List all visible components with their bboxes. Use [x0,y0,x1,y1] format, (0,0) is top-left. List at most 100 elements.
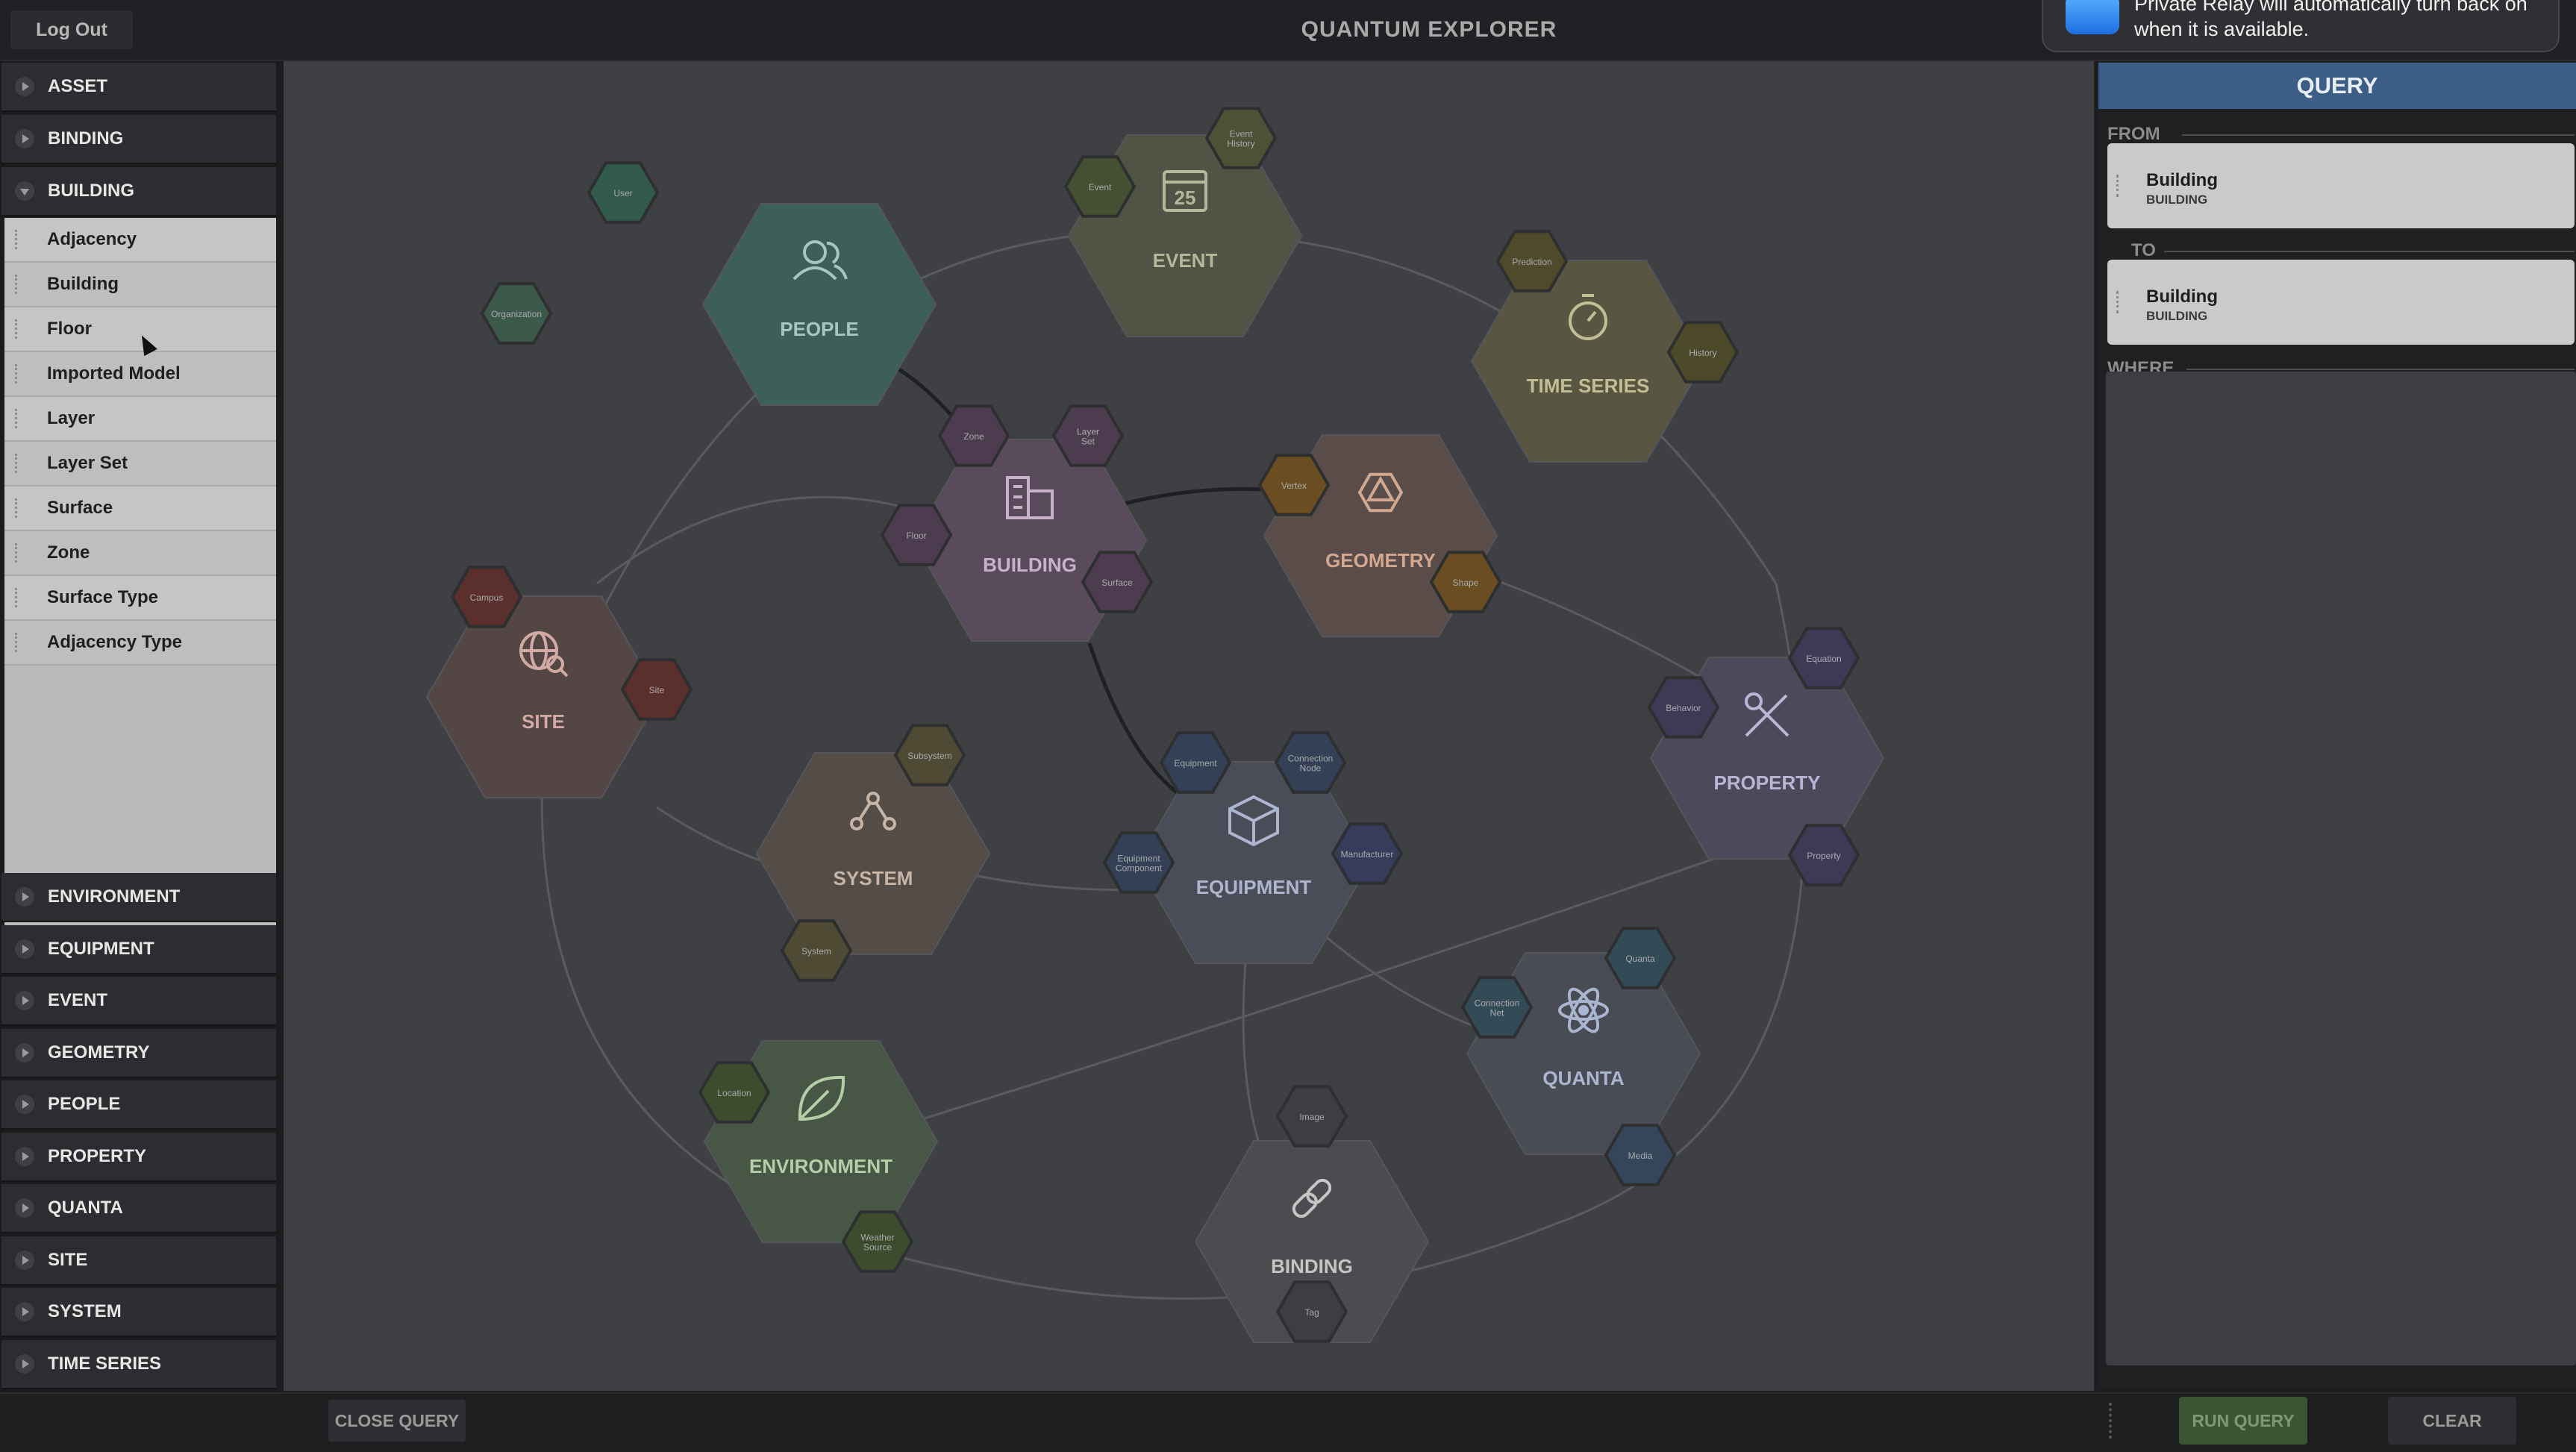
subtype-campus[interactable]: Campus [450,566,523,628]
node-property[interactable]: PROPERTY Equation Behavior Property [1647,627,1885,886]
drag-handle-icon[interactable] [15,364,22,384]
node-label: BINDING [1271,1255,1353,1277]
subtype-equipment-component[interactable]: EquipmentComponent [1102,831,1175,894]
drag-handle-icon[interactable] [2116,291,2123,313]
close-query-button[interactable]: CLOSE QUERY [328,1400,466,1442]
subtype-subsystem[interactable]: Subsystem [893,724,966,786]
node-site[interactable]: SITE Campus Site [425,566,693,799]
subtype-media[interactable]: Media [1604,1124,1677,1186]
run-query-button[interactable]: RUN QUERY [2179,1397,2307,1445]
category-binding[interactable]: BINDING [1,115,276,164]
node-equipment[interactable]: EQUIPMENT Equipment ConnectionNode Equipmen… [1102,731,1404,965]
drag-handle-icon[interactable] [15,454,22,473]
category-label: SYSTEM [48,1301,122,1321]
subtype-manufacturer[interactable]: Manufacturer [1331,822,1404,885]
subtype-quanta[interactable]: Quanta [1604,927,1677,989]
subtype-history[interactable]: History [1666,321,1739,384]
drag-handle-icon[interactable] [15,409,22,428]
subtype-site[interactable]: Site [620,658,693,721]
node-geometry[interactable]: GEOMETRY Vertex Shape [1257,434,1502,638]
list-item-adjacency[interactable]: Adjacency [4,218,276,263]
list-item-adjacency-type[interactable]: Adjacency Type [4,621,276,666]
subtype-shape[interactable]: Shape [1429,551,1502,613]
list-item-zone[interactable]: Zone [4,531,276,576]
system-notification[interactable]: Private Relay will automatically turn ba… [2042,0,2560,52]
node-system[interactable]: SYSTEM Subsystem System [755,724,991,982]
subtype-system[interactable]: System [780,919,853,982]
from-label: FROM [2107,124,2160,144]
list-item-layer[interactable]: Layer [4,397,276,442]
drag-handle-icon[interactable] [15,230,22,249]
node-environment[interactable]: ENVIRONMENT Location WeatherSource [698,1039,939,1273]
clear-button[interactable]: CLEAR [2388,1397,2516,1445]
graph-canvas[interactable]: PEOPLE User Organization 25 EVENT Event Histor… [284,61,2094,1391]
category-building[interactable]: BUILDING [1,167,276,216]
category-system[interactable]: SYSTEM [1,1288,276,1337]
subtype-equipment[interactable]: Equipment [1159,731,1232,794]
category-people[interactable]: PEOPLE [1,1080,276,1130]
list-item-surface[interactable]: Surface [4,486,276,531]
where-drop-zone[interactable] [2106,372,2576,1365]
subtype-label: Connection [1288,754,1334,764]
node-quanta[interactable]: QUANTA Quanta ConnectionNet Media [1460,927,1701,1186]
subtype-vertex[interactable]: Vertex [1257,454,1331,516]
list-item-surface-type[interactable]: Surface Type [4,576,276,621]
notification-app-icon [2066,0,2119,34]
subtype-user[interactable]: User [587,161,660,224]
subtype-behavior[interactable]: Behavior [1647,676,1720,739]
resize-handle-icon[interactable] [2109,1403,2122,1439]
node-binding[interactable]: BINDING Image Tag [1194,1085,1430,1344]
category-time-series[interactable]: TIME SERIES [1,1340,276,1389]
node-event[interactable]: 25EVENTEventHistoryEvent [1063,107,1303,338]
node-timeseries[interactable]: TIME SERIES Prediction History [1470,230,1739,463]
category-site[interactable]: SITE [1,1236,276,1286]
node-label: SYSTEM [834,867,913,889]
subtype-layer-set[interactable]: LayerSet [1051,404,1125,467]
category-event[interactable]: EVENT [1,977,276,1026]
subtype-tag[interactable]: Tag [1275,1280,1348,1343]
subtype-image[interactable]: Image [1275,1085,1348,1148]
logout-button[interactable]: Log Out [10,10,133,49]
list-item-building[interactable]: Building [4,263,276,307]
subtype-event-history[interactable]: EventHistory [1204,107,1278,169]
subtype-event[interactable]: Event [1063,155,1137,218]
subtype-location[interactable]: Location [698,1061,771,1124]
drag-handle-icon[interactable] [15,319,22,339]
category-property[interactable]: PROPERTY [1,1133,276,1182]
drag-handle-icon[interactable] [15,498,22,518]
drag-handle-icon[interactable] [15,543,22,563]
category-quanta[interactable]: QUANTA [1,1184,276,1233]
subtype-equation[interactable]: Equation [1787,627,1860,689]
list-item-label: Layer [47,408,96,428]
list-item-layer-set[interactable]: Layer Set [4,442,276,486]
subtype-organization[interactable]: Organization [480,282,553,345]
graph-nodes: PEOPLEUserOrganization25EVENTEventHistor… [425,107,1885,1344]
drag-handle-icon[interactable] [15,275,22,294]
subtype-label: History [1227,139,1254,149]
to-entity-card[interactable]: Building BUILDING [2107,260,2575,345]
subtype-floor[interactable]: Floor [880,504,953,566]
category-asset[interactable]: ASSET [1,63,276,112]
drag-handle-icon[interactable] [2116,175,2123,197]
subtype-label: Shape [1453,578,1479,588]
category-geometry[interactable]: GEOMETRY [1,1029,276,1078]
subtype-property[interactable]: Property [1787,824,1860,886]
subtype-surface[interactable]: Surface [1081,551,1154,613]
expand-triangle-icon [15,939,34,959]
category-label: QUANTA [48,1198,123,1218]
subtype-connection-node[interactable]: ConnectionNode [1274,731,1347,794]
category-environment[interactable]: ENVIRONMENT [1,873,276,922]
node-people[interactable]: PEOPLE User Organization [480,161,937,407]
subtype-prediction[interactable]: Prediction [1495,230,1569,292]
from-entity-card[interactable]: Building BUILDING [2107,143,2575,228]
subtype-zone[interactable]: Zone [937,404,1010,467]
subtype-weather-source[interactable]: WeatherSource [841,1210,914,1273]
list-item-imported-model[interactable]: Imported Model [4,352,276,397]
subtype-label: Equipment [1174,758,1217,769]
subtype-connection-net[interactable]: ConnectionNet [1460,976,1534,1039]
drag-handle-icon[interactable] [15,588,22,607]
node-label: GEOMETRY [1325,549,1436,572]
node-building[interactable]: BUILDING Zone LayerSet Floor Surface [880,404,1154,642]
category-equipment[interactable]: EQUIPMENT [1,925,276,974]
drag-handle-icon[interactable] [15,633,22,652]
